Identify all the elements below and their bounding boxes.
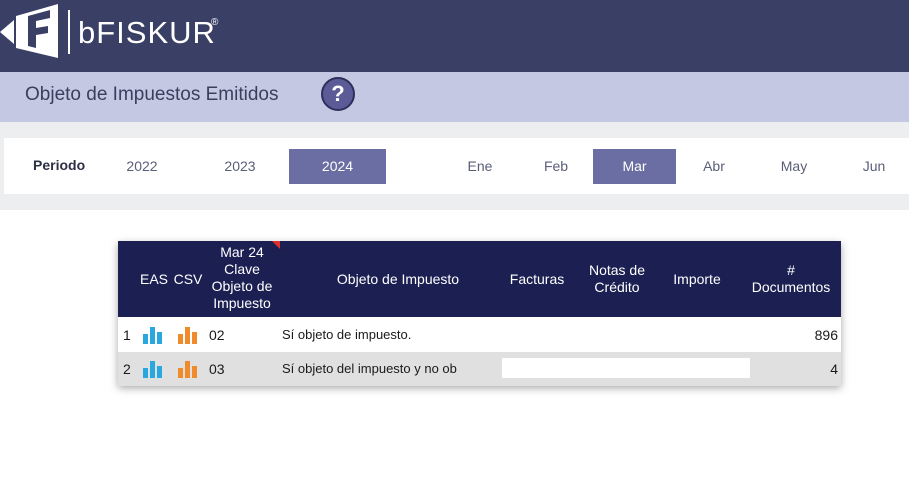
month-option-mar[interactable]: Mar	[593, 149, 676, 184]
app-header: bFISKUR ®	[0, 0, 909, 72]
year-option-2023[interactable]: 2023	[196, 149, 284, 184]
header-notas-line2: Crédito	[594, 279, 640, 295]
objeto-cell: Sí objeto de impuesto.	[282, 327, 412, 342]
month-option-abr[interactable]: Abr	[678, 149, 750, 184]
tax-object-table: EAS CSV Mar 24 Clave Objeto de Impuesto …	[118, 241, 841, 386]
empty-values-strip	[502, 358, 750, 378]
page-title: Objeto de Impuestos Emitidos	[25, 84, 279, 105]
header-clave-line2: Clave	[224, 261, 260, 277]
header-documentos[interactable]: # Documentos	[744, 262, 838, 296]
registered-mark: ®	[211, 17, 219, 28]
csv-chart-icon[interactable]	[177, 360, 199, 378]
table-row[interactable]: 2 03 Sí objeto del impuesto y no ob 4	[118, 352, 841, 386]
documentos-cell: 896	[814, 327, 838, 343]
period-label: Periodo	[33, 157, 86, 173]
month-option-may[interactable]: May	[758, 149, 830, 184]
clave-cell: 02	[209, 327, 225, 343]
eas-chart-icon[interactable]	[142, 360, 164, 378]
header-clave-period: Mar 24	[220, 244, 264, 260]
clave-cell: 03	[209, 361, 225, 377]
year-option-2024[interactable]: 2024	[289, 149, 386, 184]
header-clave-line4: Impuesto	[213, 295, 271, 311]
year-option-2022[interactable]: 2022	[98, 149, 186, 184]
objeto-cell: Sí objeto del impuesto y no ob	[282, 361, 457, 376]
month-option-feb[interactable]: Feb	[520, 149, 592, 184]
logo-divider	[68, 10, 70, 54]
header-clave-line3: Objeto de	[211, 278, 273, 294]
header-docs-line2: Documentos	[751, 279, 831, 295]
month-option-ene[interactable]: Ene	[444, 149, 516, 184]
bfiskur-logo-icon	[0, 4, 58, 58]
header-objeto[interactable]: Objeto de Impuesto	[298, 271, 498, 288]
eas-chart-icon[interactable]	[142, 326, 164, 344]
header-eas[interactable]: EAS	[138, 271, 170, 288]
table-header: EAS CSV Mar 24 Clave Objeto de Impuesto …	[118, 241, 841, 317]
documentos-cell: 4	[830, 361, 838, 377]
header-csv[interactable]: CSV	[172, 271, 204, 288]
row-index: 2	[123, 361, 131, 377]
csv-chart-icon[interactable]	[177, 326, 199, 344]
header-clave[interactable]: Mar 24 Clave Objeto de Impuesto	[204, 244, 280, 312]
table-row[interactable]: 1 02 Sí objeto de impuesto. 896	[118, 318, 841, 352]
help-button[interactable]: ?	[321, 77, 355, 111]
row-index: 1	[123, 327, 131, 343]
page-title-bar: Objeto de Impuestos Emitidos	[0, 72, 909, 122]
header-notas-credito[interactable]: Notas de Crédito	[577, 262, 657, 296]
header-docs-line1: #	[787, 262, 795, 278]
header-importe[interactable]: Importe	[662, 271, 732, 288]
month-option-jun[interactable]: Jun	[842, 149, 906, 184]
sort-indicator-flag	[272, 241, 280, 249]
brand-name: bFISKUR	[78, 15, 216, 50]
header-facturas[interactable]: Facturas	[502, 271, 572, 288]
header-notas-line1: Notas de	[588, 262, 646, 278]
